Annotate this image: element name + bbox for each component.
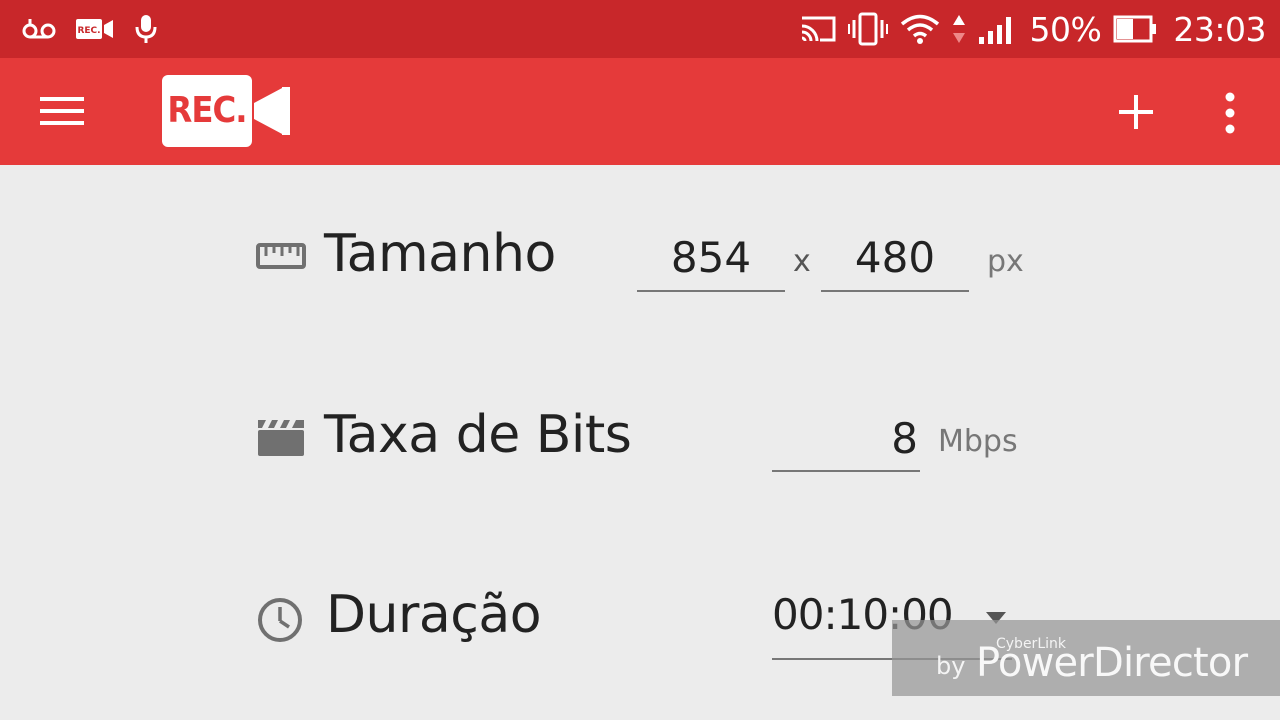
- size-separator: x: [793, 244, 811, 279]
- vibrate-icon: [847, 12, 888, 46]
- battery-percent: 50%: [1029, 9, 1102, 49]
- size-unit: px: [987, 244, 1024, 279]
- duration-label: Duração: [326, 585, 542, 645]
- status-bar: REC. 50% 23:03: [0, 0, 1280, 58]
- menu-icon-bar: [40, 109, 84, 113]
- bitrate-label: Taxa de Bits: [324, 405, 632, 465]
- watermark-by: by: [936, 652, 966, 680]
- data-arrows-icon: [952, 15, 965, 43]
- watermark-product: PowerDirector: [976, 640, 1248, 686]
- add-icon[interactable]: [1116, 92, 1156, 132]
- battery-icon: [1113, 15, 1157, 43]
- app-logo: REC.: [162, 75, 292, 147]
- clock-icon: [258, 598, 302, 642]
- bitrate-input[interactable]: 8: [772, 412, 920, 472]
- menu-button[interactable]: [40, 94, 86, 128]
- camera-lens-icon: [254, 87, 290, 135]
- clock-time: 23:03: [1173, 9, 1266, 49]
- menu-icon-bar: [40, 121, 84, 125]
- notification-icons: REC.: [22, 10, 158, 48]
- more-vert-icon[interactable]: [1218, 92, 1242, 134]
- microphone-icon: [135, 15, 157, 43]
- app-toolbar: REC.: [0, 58, 1280, 165]
- menu-icon-bar: [40, 97, 84, 101]
- width-input[interactable]: 854: [637, 232, 785, 292]
- system-icons: 50% 23:03: [800, 8, 1266, 50]
- voicemail-icon: [22, 19, 56, 39]
- size-label: Tamanho: [324, 224, 556, 284]
- clapperboard-icon: [258, 420, 304, 456]
- wifi-icon: [900, 14, 939, 44]
- rec-app-icon: REC.: [76, 19, 113, 39]
- height-input[interactable]: 480: [821, 232, 969, 292]
- cast-icon: [801, 16, 836, 42]
- bitrate-unit: Mbps: [938, 424, 1018, 459]
- ruler-icon: [256, 243, 306, 269]
- app-logo-text: REC.: [162, 75, 252, 147]
- powerdirector-watermark: CyberLink by PowerDirector: [892, 620, 1280, 696]
- signal-icon: [978, 17, 1011, 44]
- svg-text:REC.: REC.: [77, 26, 100, 36]
